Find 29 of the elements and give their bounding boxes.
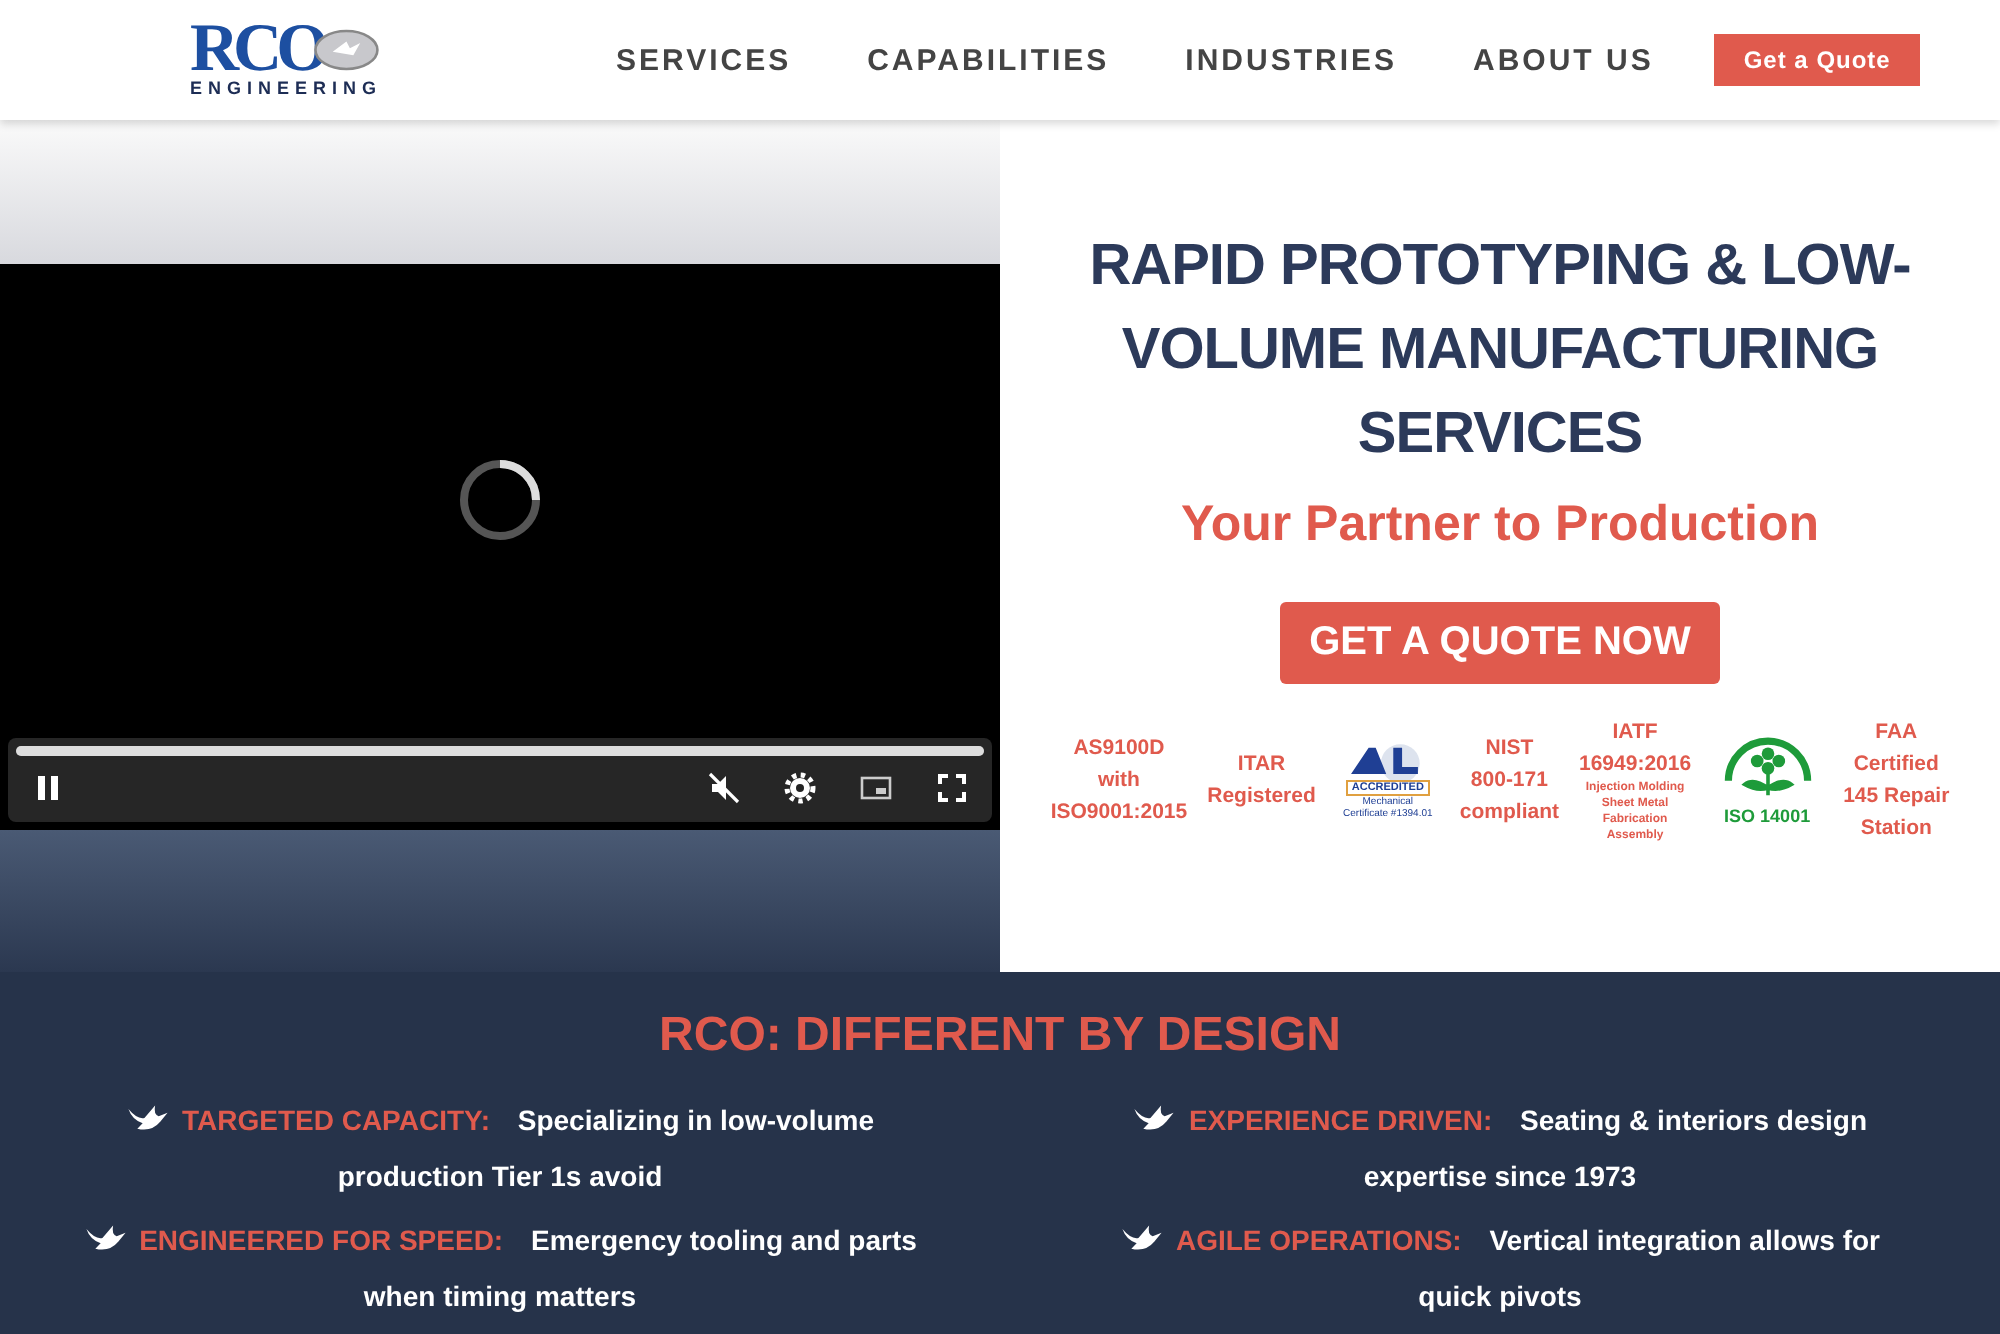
feature-description: TARGETED CAPACITY: Specializing in low-volume production Tier 1s avoid bbox=[181, 1104, 875, 1192]
nav-link[interactable]: INDUSTRIES bbox=[1185, 43, 1397, 77]
picture-in-picture-icon[interactable] bbox=[860, 772, 892, 804]
feature-description: EXPERIENCE DRIVEN: Seating & interiors design expertise since 1973 bbox=[1188, 1104, 1868, 1192]
settings-icon[interactable] bbox=[784, 772, 816, 804]
iso-badge: ISO 14001 bbox=[1711, 734, 1824, 826]
video-player[interactable] bbox=[0, 264, 1000, 830]
get-quote-button[interactable]: Get a Quote bbox=[1713, 34, 1921, 86]
certification-text: AS9100D with ISO9001:2015 bbox=[1050, 734, 1188, 828]
nav-link[interactable]: ABOUT US bbox=[1473, 43, 1654, 77]
muted-speaker-icon[interactable] bbox=[708, 772, 740, 804]
hero-title: RAPID PROTOTYPING & LOW-VOLUME MANUFACTURING SERVICES bbox=[1087, 232, 1913, 470]
bird-icon bbox=[1132, 1102, 1177, 1134]
pause-icon[interactable] bbox=[32, 772, 64, 804]
nav-link[interactable]: SERVICES bbox=[616, 43, 792, 77]
fullscreen-icon[interactable] bbox=[936, 772, 968, 804]
certification-text: ITAR Registered bbox=[1207, 750, 1316, 812]
feature-description: ENGINEERED FOR SPEED: Emergency tooling and parts when timing matters bbox=[139, 1224, 917, 1312]
certification-text: IATF 16949:2016 bbox=[1579, 718, 1692, 780]
bird-icon bbox=[125, 1102, 170, 1134]
certification-text: FAA Certified 145 Repair Station bbox=[1843, 718, 1950, 844]
section-title: RCO: DIFFERENT BY DESIGN bbox=[657, 1008, 1343, 1064]
bird-icon bbox=[83, 1222, 128, 1254]
get-quote-now-button[interactable]: GET A QUOTE NOW bbox=[1279, 602, 1721, 684]
bird-icon bbox=[1119, 1222, 1164, 1254]
certification-text: NIST 800-171 compliant bbox=[1459, 734, 1559, 828]
feature-description: AGILE OPERATIONS: Vertical integration allows for quick pivots bbox=[1175, 1224, 1881, 1312]
hero-subtitle: Your Partner to Production bbox=[1181, 496, 1819, 554]
nav-link[interactable]: CAPABILITIES bbox=[867, 43, 1110, 77]
